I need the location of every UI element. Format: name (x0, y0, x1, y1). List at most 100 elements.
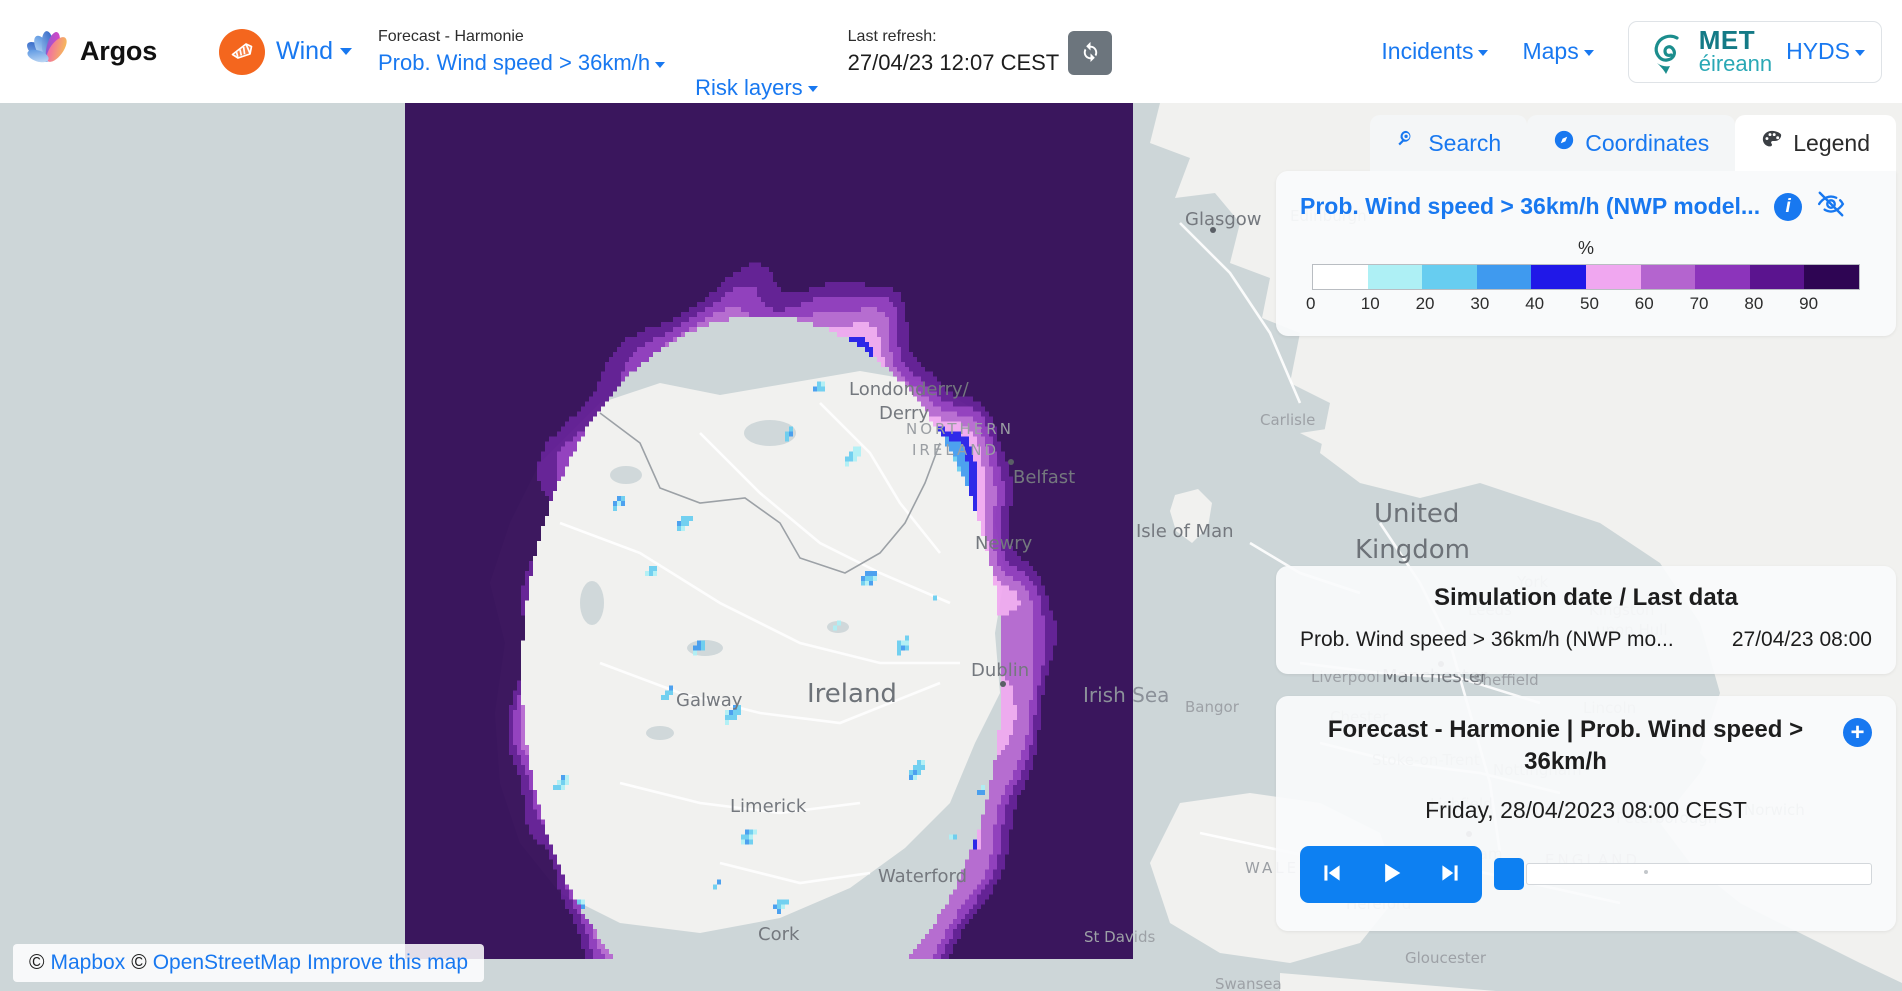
brand-name: Argos (80, 36, 158, 66)
brand[interactable]: Argos (22, 24, 157, 80)
last-refresh-label: Last refresh: (847, 28, 937, 46)
legend-color-swatch-4 (1531, 265, 1586, 289)
tab-legend-label: Legend (1793, 129, 1870, 156)
nav-incidents-label: Incidents (1381, 38, 1474, 64)
simulation-layer-name: Prob. Wind speed > 36km/h (NWP mo... (1300, 628, 1674, 651)
openstreetmap-link[interactable]: OpenStreetMap (153, 951, 301, 975)
play-button[interactable] (1372, 855, 1410, 894)
legend-color-swatch-7 (1695, 265, 1750, 289)
layer-model-label: Forecast - Harmonie (377, 28, 524, 46)
chevron-down-icon (807, 86, 818, 93)
plus-icon[interactable]: + (1843, 718, 1872, 747)
nav-incidents[interactable]: Incidents (1381, 38, 1489, 65)
legend-tick-7: 70 (1689, 294, 1709, 313)
mapbox-link[interactable]: Mapbox (50, 951, 125, 975)
tab-search-label: Search (1428, 129, 1502, 156)
met-eireann-spiral-logo-icon (1645, 27, 1695, 77)
tab-coordinates-label: Coordinates (1585, 129, 1710, 156)
legend-tick-4: 40 (1525, 294, 1545, 313)
layer-name-label: Prob. Wind speed > 36km/h (377, 49, 651, 75)
legend-color-swatch-8 (1749, 265, 1805, 289)
legend-unit-label: % (1577, 238, 1594, 258)
legend-tick-1: 10 (1360, 294, 1380, 313)
risk-layers-label: Risk layers (695, 75, 803, 100)
skip-forward-icon (1437, 860, 1463, 889)
city-dot (1210, 227, 1216, 233)
chevron-down-icon (1583, 49, 1594, 56)
legend-card: Prob. Wind speed > 36km/h (NWP model... … (1276, 171, 1896, 336)
legend-color-swatch-6 (1640, 265, 1696, 289)
met-logo-top-text: MET (1698, 25, 1756, 56)
refresh-button[interactable] (1068, 30, 1113, 75)
forecast-date: Friday, 28/04/2023 08:00 CEST (1425, 796, 1747, 823)
copyright-icon: © (29, 951, 45, 974)
tab-coordinates[interactable]: Coordinates (1527, 115, 1736, 171)
legend-tick-labels: 0 10 20 30 40 50 60 70 80 90 (1306, 294, 1860, 314)
legend-color-swatch-5 (1585, 265, 1641, 289)
improve-map-link[interactable]: Improve this map (307, 951, 468, 975)
legend-color-swatch-1 (1367, 265, 1423, 289)
nav-maps-label: Maps (1522, 38, 1579, 64)
palette-icon (1761, 129, 1783, 157)
argos-flower-logo-icon (22, 24, 78, 80)
chevron-down-icon (339, 48, 352, 55)
forecast-playback-card: Forecast - Harmonie | Prob. Wind speed >… (1276, 696, 1896, 931)
time-slider-track[interactable] (1526, 863, 1872, 886)
legend-tick-9: 90 (1799, 294, 1819, 313)
legend-color-swatch-9 (1804, 265, 1859, 289)
header-nav: Incidents Maps MET éireann HYDS (1381, 20, 1882, 83)
play-icon (1377, 859, 1405, 890)
legend-tick-2: 20 (1415, 294, 1435, 313)
chevron-down-icon (1478, 49, 1489, 56)
tab-search[interactable]: Search (1370, 115, 1528, 171)
legend-color-swatch-0 (1313, 265, 1368, 289)
layer-selector[interactable]: Forecast - Harmonie Prob. Wind speed > 3… (377, 28, 666, 75)
legend-tick-5: 50 (1579, 294, 1599, 313)
skip-back-button[interactable] (1314, 856, 1350, 893)
compass-icon (1553, 129, 1575, 157)
wind-menu-label: Wind (276, 37, 333, 65)
legend-color-swatch-3 (1476, 265, 1532, 289)
simulation-date-title: Simulation date / Last data (1433, 584, 1739, 611)
info-icon[interactable]: i (1774, 192, 1803, 221)
city-dot (1008, 459, 1014, 465)
app-header: Argos Wind Forecast - Harmonie Prob. Win… (0, 0, 1902, 103)
search-pin-icon (1396, 129, 1418, 157)
probability-overlay (405, 103, 1133, 959)
legend-colorbar (1312, 264, 1860, 290)
hyds-label: HYDS (1786, 38, 1850, 64)
skip-forward-button[interactable] (1432, 856, 1468, 893)
chevron-down-icon (1855, 49, 1865, 56)
panel-tabs: Search Coordinates Legend (1276, 115, 1896, 171)
legend-color-swatch-2 (1422, 265, 1477, 289)
wind-menu[interactable]: Wind (219, 28, 352, 75)
met-eireann-box: MET éireann HYDS (1627, 20, 1882, 83)
hyds-menu[interactable]: HYDS (1786, 38, 1865, 65)
city-dot (1000, 681, 1006, 687)
skip-back-icon (1319, 860, 1345, 889)
eye-slash-icon[interactable] (1816, 189, 1846, 224)
legend-tick-8: 80 (1744, 294, 1764, 313)
map-attribution: © Mapbox © OpenStreetMap Improve this ma… (13, 944, 485, 982)
legend-tick-3: 30 (1470, 294, 1490, 313)
simulation-date-card: Simulation date / Last data Prob. Wind s… (1276, 566, 1896, 674)
legend-title: Prob. Wind speed > 36km/h (NWP model... (1300, 193, 1761, 219)
legend-tick-0: 0 (1306, 294, 1316, 313)
simulation-last-data-value: 27/04/23 08:00 (1731, 628, 1872, 651)
time-slider[interactable] (1494, 856, 1872, 892)
legend-tick-6: 60 (1634, 294, 1654, 313)
risk-layers-menu[interactable]: Risk layers (695, 75, 818, 101)
last-refresh-group: Last refresh: 27/04/23 12:07 CEST (848, 28, 1113, 75)
time-slider-thumb[interactable] (1494, 858, 1524, 891)
tab-legend[interactable]: Legend (1735, 115, 1896, 171)
right-panel: Search Coordinates Legend Prob. Wind spe… (1276, 115, 1896, 931)
nav-maps[interactable]: Maps (1522, 38, 1594, 65)
copyright-icon: © (131, 951, 147, 974)
simulation-row: Prob. Wind speed > 36km/h (NWP mo... 27/… (1300, 628, 1872, 652)
last-refresh-value: 27/04/23 12:07 CEST (847, 49, 1060, 75)
met-logo-bottom-text: éireann (1698, 50, 1773, 76)
chevron-down-icon (655, 62, 666, 69)
wind-sock-icon (219, 28, 266, 75)
playback-controls (1300, 845, 1482, 903)
refresh-icon (1079, 40, 1102, 66)
